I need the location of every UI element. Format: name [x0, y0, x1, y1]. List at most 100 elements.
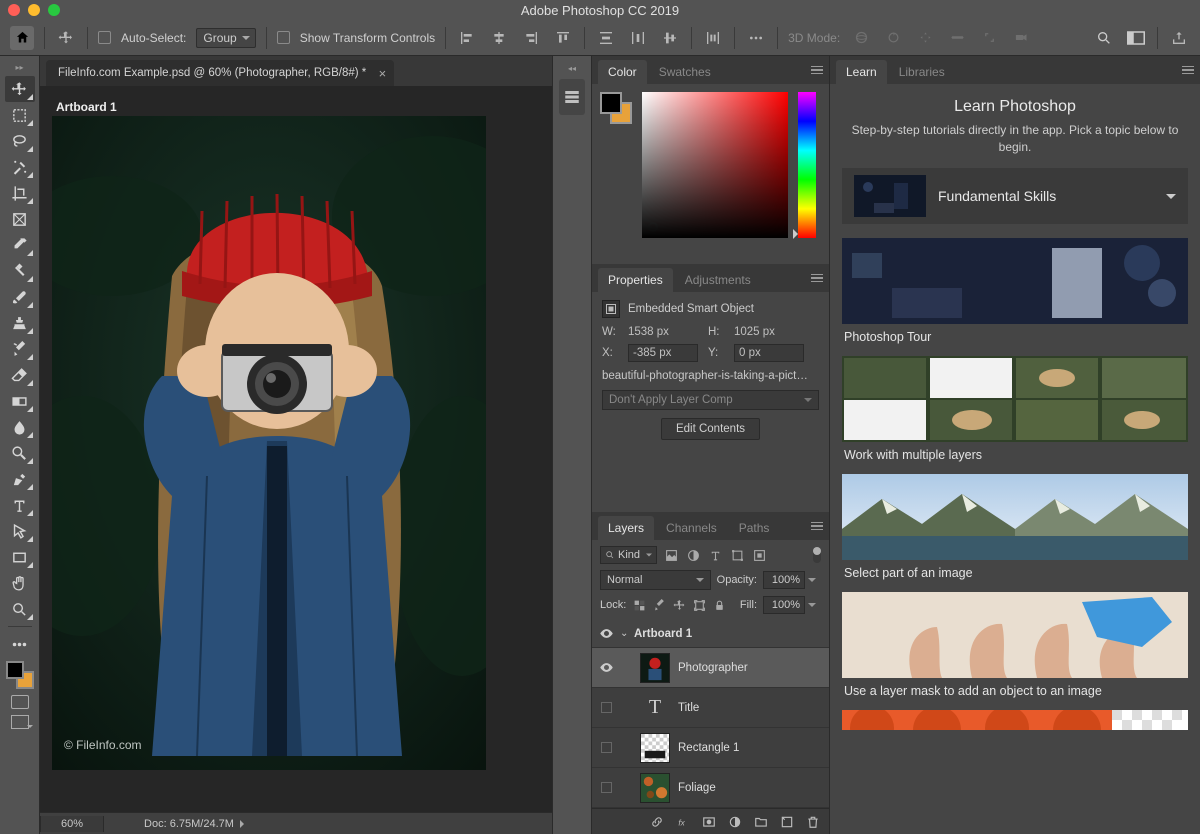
move-tool-indicator-icon[interactable]	[55, 27, 77, 49]
history-panel-icon[interactable]	[559, 79, 585, 115]
minimize-window-icon[interactable]	[28, 4, 40, 16]
brush-tool[interactable]	[5, 284, 35, 310]
color-field[interactable]	[642, 92, 788, 238]
visibility-toggle[interactable]	[592, 660, 620, 675]
clone-stamp-tool[interactable]	[5, 310, 35, 336]
filter-pixel-icon[interactable]	[663, 547, 679, 563]
color-swatches[interactable]	[6, 661, 34, 689]
rectangle-tool[interactable]	[5, 544, 35, 570]
expand-dock-icon[interactable]: ◂◂	[568, 64, 576, 73]
edit-contents-button[interactable]: Edit Contents	[661, 418, 760, 440]
auto-select-dropdown[interactable]: Group	[196, 28, 255, 48]
tutorial-card[interactable]: Photoshop Tour	[842, 238, 1188, 344]
layer-comp-dropdown[interactable]: Don't Apply Layer Comp	[602, 390, 819, 410]
learn-panel-menu-icon[interactable]	[1182, 66, 1194, 75]
dodge-tool[interactable]	[5, 440, 35, 466]
type-tool[interactable]	[5, 492, 35, 518]
lock-artboard-icon[interactable]	[692, 598, 706, 612]
properties-tab[interactable]: Properties	[598, 268, 673, 292]
filter-shape-icon[interactable]	[729, 547, 745, 563]
doc-size[interactable]: Doc: 6.75M/24.7M	[144, 818, 248, 830]
tutorial-card[interactable]	[842, 710, 1188, 730]
document-tab[interactable]: FileInfo.com Example.psd @ 60% (Photogra…	[46, 60, 394, 86]
layer-mask-icon[interactable]	[701, 815, 717, 829]
color-panel-menu-icon[interactable]	[811, 66, 823, 75]
filter-type-icon[interactable]	[707, 547, 723, 563]
align-top-edges-icon[interactable]	[552, 27, 574, 49]
paths-tab[interactable]: Paths	[729, 516, 780, 540]
close-window-icon[interactable]	[8, 4, 20, 16]
layer-row[interactable]: T Title	[592, 688, 829, 728]
align-right-edges-icon[interactable]	[520, 27, 542, 49]
align-horizontal-centers-icon[interactable]	[488, 27, 510, 49]
move-tool[interactable]	[5, 76, 35, 102]
link-layers-icon[interactable]	[649, 815, 665, 829]
share-icon[interactable]	[1168, 27, 1190, 49]
visibility-toggle[interactable]	[592, 702, 620, 713]
layer-row[interactable]: Photographer	[592, 648, 829, 688]
lock-transparency-icon[interactable]	[632, 598, 646, 612]
foreground-color[interactable]	[6, 661, 24, 679]
channels-tab[interactable]: Channels	[656, 516, 727, 540]
distribute-spacing-icon[interactable]	[702, 27, 724, 49]
color-tab[interactable]: Color	[598, 60, 647, 84]
crop-tool[interactable]	[5, 180, 35, 206]
lock-pixels-icon[interactable]	[652, 598, 666, 612]
opacity-input[interactable]: 100%	[763, 571, 805, 589]
path-selection-tool[interactable]	[5, 518, 35, 544]
layers-tab[interactable]: Layers	[598, 516, 654, 540]
zoom-level[interactable]: 60%	[40, 816, 104, 832]
delete-layer-icon[interactable]	[805, 815, 821, 829]
lasso-tool[interactable]	[5, 128, 35, 154]
gradient-tool[interactable]	[5, 388, 35, 414]
tutorial-card[interactable]: Work with multiple layers	[842, 356, 1188, 462]
screen-mode-toggle[interactable]	[11, 715, 29, 729]
eraser-tool[interactable]	[5, 362, 35, 388]
adjustments-tab[interactable]: Adjustments	[675, 268, 761, 292]
eyedropper-tool[interactable]	[5, 232, 35, 258]
filter-kind-dropdown[interactable]: Kind	[600, 546, 657, 564]
filter-toggle[interactable]	[813, 547, 821, 563]
x-value[interactable]: -385 px	[628, 344, 698, 362]
layers-panel-menu-icon[interactable]	[811, 522, 823, 531]
filter-adjustment-icon[interactable]	[685, 547, 701, 563]
auto-select-checkbox[interactable]	[98, 31, 111, 44]
y-value[interactable]: 0 px	[734, 344, 804, 362]
libraries-tab[interactable]: Libraries	[889, 60, 955, 84]
screen-layout-icon[interactable]	[1125, 27, 1147, 49]
history-brush-tool[interactable]	[5, 336, 35, 362]
layer-row[interactable]: Rectangle 1	[592, 728, 829, 768]
distribute-vertical-icon[interactable]	[595, 27, 617, 49]
marquee-tool[interactable]	[5, 102, 35, 128]
align-left-edges-icon[interactable]	[456, 27, 478, 49]
search-icon[interactable]	[1093, 27, 1115, 49]
fill-input[interactable]: 100%	[763, 596, 805, 614]
tutorial-card[interactable]: Use a layer mask to add an object to an …	[842, 592, 1188, 698]
hue-slider[interactable]	[798, 92, 816, 238]
home-button[interactable]	[10, 26, 34, 50]
show-transform-checkbox[interactable]	[277, 31, 290, 44]
visibility-toggle[interactable]	[592, 742, 620, 753]
lock-position-icon[interactable]	[672, 598, 686, 612]
layer-row-artboard[interactable]: ⌄ Artboard 1	[592, 620, 829, 648]
quick-mask-toggle[interactable]	[11, 695, 29, 709]
close-tab-icon[interactable]: ×	[379, 66, 387, 81]
layer-style-icon[interactable]: fx	[675, 815, 691, 829]
distribute-horizontal-icon[interactable]	[627, 27, 649, 49]
canvas[interactable]: Artboard 1	[40, 86, 552, 812]
filter-smartobject-icon[interactable]	[751, 547, 767, 563]
collapse-toolbox-icon[interactable]: ▸▸	[5, 62, 35, 72]
edit-toolbar-icon[interactable]	[5, 631, 35, 657]
blur-tool[interactable]	[5, 414, 35, 440]
lock-all-icon[interactable]	[712, 598, 726, 612]
pen-tool[interactable]	[5, 466, 35, 492]
blend-mode-dropdown[interactable]: Normal	[600, 570, 711, 590]
visibility-toggle[interactable]	[592, 626, 620, 641]
learn-tab[interactable]: Learn	[836, 60, 887, 84]
layer-row[interactable]: Foliage	[592, 768, 829, 808]
group-layers-icon[interactable]	[753, 815, 769, 829]
artboard[interactable]: © FileInfo.com	[52, 116, 486, 770]
magic-wand-tool[interactable]	[5, 154, 35, 180]
swatches-tab[interactable]: Swatches	[649, 60, 721, 84]
collapse-icon[interactable]: ⌄	[620, 628, 634, 639]
